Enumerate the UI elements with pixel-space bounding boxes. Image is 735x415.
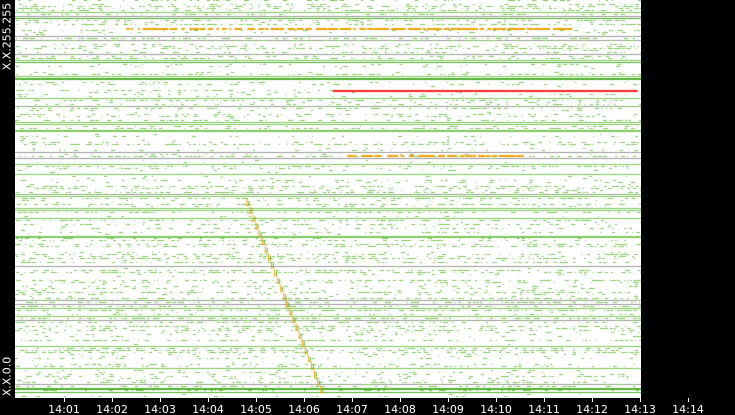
x-tick-label: 14:01 — [48, 403, 80, 415]
x-tick-mark — [592, 398, 593, 402]
y-label-bottom: X.X.0.0 — [0, 356, 14, 397]
scatter-canvas — [15, 0, 641, 398]
x-tick-mark — [208, 398, 209, 402]
x-tick-mark — [304, 398, 305, 402]
x-tick-mark — [112, 398, 113, 402]
x-tick-mark — [688, 398, 689, 402]
traffic-chart: X.X.255.255 X.X.0.0 14:01 14:02 14:03 14:04… — [0, 0, 735, 415]
x-tick-label: 14:13 — [624, 403, 656, 415]
x-tick-mark — [640, 398, 641, 402]
x-tick-label: 14:03 — [144, 403, 176, 415]
x-tick-mark — [64, 398, 65, 402]
x-tick-label: 14:02 — [96, 403, 128, 415]
x-tick-label: 14:09 — [432, 403, 464, 415]
x-tick-label: 14:11 — [528, 403, 560, 415]
x-tick-label: 14:06 — [288, 403, 320, 415]
x-tick-mark — [496, 398, 497, 402]
x-tick-mark — [160, 398, 161, 402]
x-tick-label: 14:05 — [240, 403, 272, 415]
x-tick-mark — [352, 398, 353, 402]
x-tick-mark — [544, 398, 545, 402]
plot-area — [15, 0, 641, 398]
x-tick-label: 14:07 — [336, 403, 368, 415]
x-tick-mark — [256, 398, 257, 402]
x-tick-mark — [400, 398, 401, 402]
x-tick-mark — [448, 398, 449, 402]
x-tick-label: 14:08 — [384, 403, 416, 415]
x-tick-label: 14:10 — [480, 403, 512, 415]
x-tick-label: 14:14 — [672, 403, 704, 415]
y-label-top: X.X.255.255 — [0, 2, 14, 71]
x-tick-label: 14:12 — [576, 403, 608, 415]
x-tick-label: 14:04 — [192, 403, 224, 415]
